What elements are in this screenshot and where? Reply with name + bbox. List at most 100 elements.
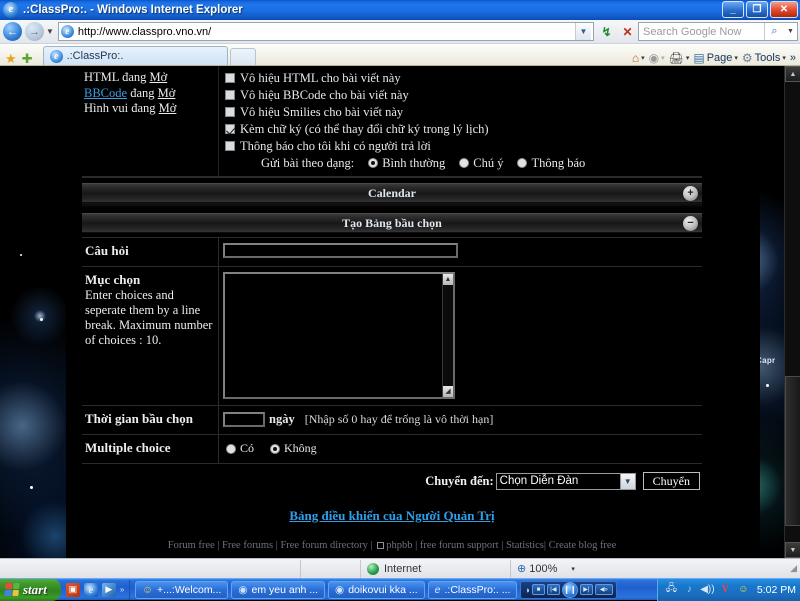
url-history-dropdown-icon[interactable]: ▼ (575, 23, 591, 40)
chevron-down-icon[interactable]: ▼ (619, 473, 635, 489)
taskbar-item[interactable]: ◉ doikovui kka ... (328, 580, 425, 599)
volume-icon[interactable]: ◀)) (700, 583, 714, 596)
disable-html-checkbox[interactable] (225, 72, 235, 83)
url-bar[interactable]: e http://www.classpro.vno.vn/ ▼ (57, 22, 594, 41)
scroll-up-icon[interactable]: ▲ (785, 66, 800, 82)
show-desktop-icon[interactable]: ▣ (65, 582, 80, 597)
window-title-bar[interactable]: e .:ClassPro:. - Windows Internet Explor… (0, 0, 800, 20)
browser-viewport: Capr HTML đang Mở BBCode đang Mở Hình vu… (0, 66, 800, 558)
poll-multiple-yes-radio[interactable] (226, 443, 236, 454)
checkbox-row[interactable]: Vô hiệu HTML cho bài viết này (225, 69, 702, 86)
post-type-label: Gửi bài theo dạng: (261, 155, 355, 170)
poll-question-input[interactable] (223, 243, 458, 258)
refresh-button[interactable]: ↯ (596, 22, 617, 42)
checkbox-row[interactable]: Thông báo cho tôi khi có người trả lời (225, 137, 702, 154)
footer-link-free-forum-support[interactable]: free forum support (420, 540, 499, 551)
forward-arrow-icon[interactable]: → (25, 22, 44, 41)
poll-duration-input[interactable] (223, 412, 265, 427)
footer-link-free-forums[interactable]: Free forums (222, 540, 273, 551)
footer-link-forum-free[interactable]: Forum free (168, 540, 215, 551)
taskbar-item[interactable]: ◉ em yeu anh ... (231, 580, 326, 599)
post-type-normal-label: Bình thường (382, 155, 446, 170)
calendar-expand-icon[interactable]: + (683, 186, 698, 201)
yahoo-messenger-icon[interactable]: ☺ (737, 583, 750, 596)
start-button[interactable]: start (0, 578, 61, 601)
post-type-normal-radio[interactable] (368, 158, 379, 168)
media-stop-button[interactable]: ■ (531, 584, 545, 595)
media-play-pause-button[interactable]: ❙❙ (561, 581, 578, 598)
disable-smilies-checkbox[interactable] (225, 106, 235, 117)
admin-panel-link[interactable]: Bảng điều khiển của Người Quản Trị (289, 508, 494, 523)
calendar-panel-header[interactable]: Calendar + (82, 183, 702, 203)
page-menu-button[interactable]: ▤ Page ▾ (692, 51, 739, 65)
calendar-panel-title: Calendar (368, 185, 416, 200)
footer-link-statistics[interactable]: Statistics (506, 540, 544, 551)
poll-multiple-no-radio[interactable] (270, 443, 281, 454)
back-arrow-icon[interactable]: ← (3, 22, 22, 41)
star-icon[interactable]: ★ (5, 52, 17, 65)
sound-icon[interactable]: ♪ (683, 583, 696, 596)
network-icon[interactable]: 🖧 (665, 583, 678, 596)
tab-classpro[interactable]: e .:ClassPro:. (42, 46, 228, 65)
taskbar-item-classpro[interactable]: e .:ClassPro:. ... (427, 580, 518, 599)
clock[interactable]: 5:02 PM (755, 584, 796, 596)
scroll-down-icon[interactable]: ▼ (785, 542, 800, 558)
url-input[interactable]: http://www.classpro.vno.vn/ (78, 26, 575, 38)
stop-button[interactable]: ✕ (617, 22, 638, 42)
checkbox-row[interactable]: Kèm chữ ký (có thể thay đổi chữ ký trong… (225, 120, 702, 137)
search-box[interactable]: Search Google Now ⌕ ▼ (638, 22, 798, 41)
maximize-button[interactable]: ❐ (746, 1, 768, 18)
poll-panel-title: Tạo Bảng bầu chọn (342, 215, 442, 230)
security-zone[interactable]: Internet (360, 559, 510, 578)
new-tab-button[interactable] (229, 48, 256, 65)
command-overflow-button[interactable]: » (789, 52, 797, 64)
attach-signature-checkbox[interactable] (225, 123, 235, 134)
minimize-button[interactable]: _ (722, 1, 744, 18)
post-type-announce-radio[interactable] (517, 158, 528, 168)
disable-bbcode-checkbox[interactable] (225, 89, 235, 100)
post-type-sticky-radio[interactable] (459, 158, 470, 168)
print-button[interactable]: 🖨 ▾ (668, 51, 691, 65)
footer-link-free-forum-directory[interactable]: Free forum directory (280, 540, 367, 551)
home-button[interactable]: ⌂ ▾ (631, 51, 646, 65)
media-previous-button[interactable]: |◀ (546, 584, 560, 595)
feeds-button[interactable]: ◉ ▾ (648, 51, 666, 65)
poll-panel-header[interactable]: Tạo Bảng bầu chọn − (82, 213, 702, 233)
bbcode-link[interactable]: BBCode (84, 86, 127, 100)
textarea-scrollbar[interactable]: ▲ ◢ (442, 274, 453, 397)
media-player-icon[interactable]: ▶ (101, 582, 116, 597)
recent-pages-dropdown-icon[interactable]: ▼ (46, 27, 54, 36)
close-button[interactable]: ✕ (770, 1, 798, 18)
page-scrollbar[interactable]: ▲ ▼ (784, 66, 800, 558)
internet-explorer-icon[interactable]: e (83, 582, 98, 597)
poll-choices-textarea[interactable]: ▲ ◢ (223, 272, 455, 399)
start-label: start (23, 581, 47, 597)
zoom-dropdown-icon[interactable]: ▾ (571, 565, 575, 573)
poll-collapse-icon[interactable]: − (683, 216, 698, 231)
search-provider-dropdown-icon[interactable]: ▼ (784, 23, 797, 40)
taskbar-item[interactable]: ☺ +...:Welcom... (135, 580, 229, 599)
vietkey-icon[interactable]: V (719, 583, 732, 596)
footer-link-create-blog-free[interactable]: Create blog free (549, 540, 617, 551)
scrollbar-thumb[interactable] (785, 376, 800, 526)
footer-link-phpbb[interactable]: phpbb (386, 540, 412, 551)
forum-select[interactable]: Chọn Diễn Đàn ▼ (495, 472, 636, 490)
quick-launch-overflow-icon[interactable]: » (120, 585, 124, 594)
checkbox-row[interactable]: Vô hiệu Smilies cho bài viết này (225, 103, 702, 120)
notify-reply-checkbox[interactable] (225, 140, 235, 151)
scroll-up-icon[interactable]: ▲ (443, 274, 453, 285)
checkbox-row[interactable]: Vô hiệu BBCode cho bài viết này (225, 86, 702, 103)
add-star-icon[interactable]: ✚ (22, 52, 33, 65)
magnifier-icon[interactable]: ⌕ (764, 23, 784, 40)
resize-grip-icon[interactable]: ◢ (443, 386, 453, 397)
go-button[interactable]: Chuyển (642, 472, 700, 490)
search-input[interactable]: Search Google Now (639, 26, 764, 38)
zoom-control[interactable]: ⊕ 100% ▾ (510, 559, 610, 578)
media-volume-button[interactable]: ◀» (594, 584, 613, 595)
page-favicon-icon: e (60, 25, 74, 38)
media-player-toolbar[interactable]: ◑ ■ |◀ ❙❙ ▶| ◀» (520, 580, 617, 599)
resize-grip-icon[interactable]: ◢ (790, 563, 800, 574)
tools-menu-button[interactable]: ⚙ Tools ▾ (741, 51, 787, 65)
media-next-button[interactable]: ▶| (579, 584, 593, 595)
page-body: HTML đang Mở BBCode đang Mở Hình vui đan… (66, 66, 760, 558)
